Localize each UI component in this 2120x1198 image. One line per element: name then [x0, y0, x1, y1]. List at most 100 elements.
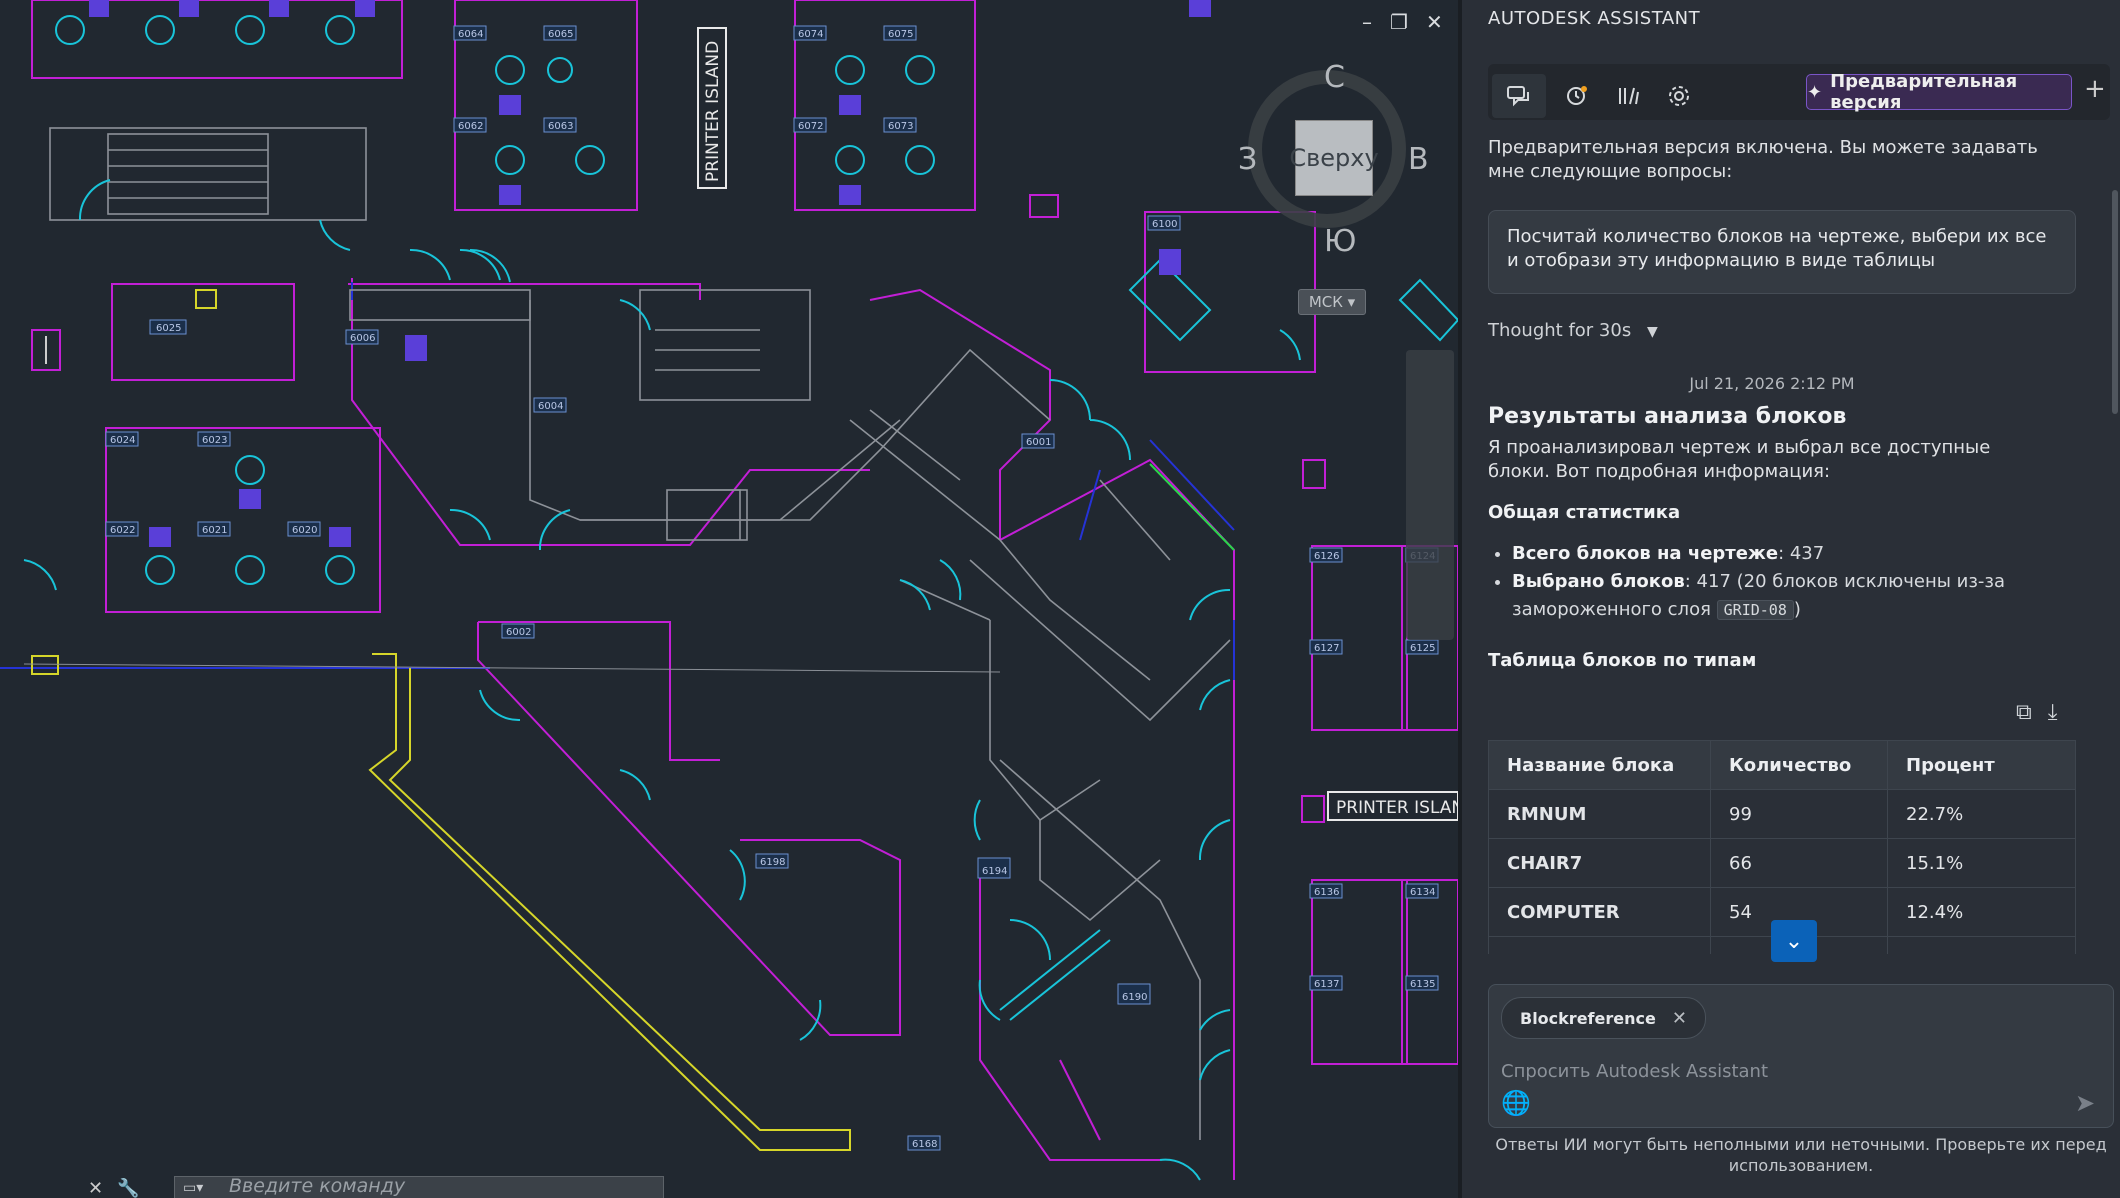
chat-input-box[interactable]: Blockreference ✕ Спросить Autodesk Assis… — [1488, 984, 2114, 1128]
room-tag: 6004 — [538, 401, 563, 412]
table-cell: 11.7% — [1887, 936, 2076, 954]
panel-title: AUTODESK ASSISTANT — [1488, 8, 1701, 29]
table-row: RMNUM 99 22.7% — [1488, 789, 2076, 839]
table-cell: 22.7% — [1887, 789, 2076, 839]
column-header: Процент — [1887, 740, 2076, 790]
room-tag: 6168 — [912, 1139, 937, 1150]
room-tag: 6074 — [798, 29, 823, 40]
context-chip[interactable]: Blockreference ✕ — [1501, 997, 1706, 1039]
wcs-menu[interactable]: МСК ▾ — [1298, 289, 1366, 315]
column-header: Количество — [1710, 740, 1888, 790]
chevron-down-icon: ▼ — [1646, 324, 1658, 340]
viewcube-top-face[interactable]: Сверху — [1289, 120, 1379, 196]
response-summary: Я проанализировал чертеж и выбрал все до… — [1488, 437, 1991, 482]
table-cell: CHAIR7 — [1488, 838, 1711, 888]
assistant-panel: AUTODESK ASSISTANT ✦ Предварительная вер… — [1458, 0, 2120, 1198]
table-cell: RMNUM — [1488, 789, 1711, 839]
viewcube-west[interactable]: З — [1238, 142, 1257, 177]
viewcube[interactable]: Сверху С Ю З В — [1238, 60, 1438, 260]
viewcube-east[interactable]: В — [1408, 142, 1429, 177]
scroll-down-button[interactable]: ⌄ — [1771, 920, 1817, 962]
thought-label: Thought for 30s — [1488, 320, 1632, 341]
table-cell: 15.1% — [1887, 838, 2076, 888]
preview-version-button[interactable]: ✦ Предварительная версия — [1806, 71, 2072, 113]
room-tag: 6022 — [110, 525, 135, 536]
preview-version-label: Предварительная версия — [1830, 71, 2018, 113]
room-tag: 6137 — [1314, 979, 1339, 990]
command-input[interactable]: Введите команду — [229, 1175, 405, 1197]
room-tag-labels: 6064 6065 6074 6075 6062 6063 6072 6073 6025… — [110, 29, 1435, 1150]
stat-label: Выбрано блоков — [1512, 571, 1685, 592]
printer-island-label-2: PRINTER ISLAN — [1336, 798, 1458, 818]
intro-message: Предварительная версия включена. Вы може… — [1488, 137, 2038, 182]
room-tag: 6072 — [798, 121, 823, 132]
chat-icon[interactable] — [1492, 74, 1546, 118]
copy-icon[interactable]: ⧉ — [2016, 700, 2032, 725]
navigation-bar[interactable] — [1406, 350, 1454, 640]
room-tag: 6065 — [548, 29, 573, 40]
column-header: Название блока — [1488, 740, 1711, 790]
wrench-icon[interactable]: 🔧 — [117, 1178, 139, 1198]
room-tag: 6198 — [760, 857, 785, 868]
globe-icon[interactable]: 🌐 — [1501, 1089, 1531, 1117]
room-tag: 6127 — [1314, 643, 1339, 654]
room-tag: 6190 — [1122, 992, 1147, 1003]
list-item: Всего блоков на чертеже: 437 — [1512, 540, 2092, 568]
room-tag: 6024 — [110, 435, 135, 446]
close-icon[interactable]: ✕ — [88, 1178, 103, 1198]
table-cell: 66 — [1710, 838, 1888, 888]
sparkle-icon: ✦ — [1807, 81, 1823, 103]
room-tag: 6126 — [1314, 551, 1339, 562]
command-prompt-icon[interactable]: ▭▾ — [183, 1180, 203, 1196]
room-tag: 6021 — [202, 525, 227, 536]
room-tag: 6136 — [1314, 887, 1339, 898]
restore-icon[interactable]: ❐ — [1390, 10, 1408, 34]
room-tag: 6125 — [1410, 643, 1435, 654]
chip-label: Blockreference — [1520, 1008, 1656, 1028]
history-icon[interactable] — [1550, 74, 1604, 118]
printer-island-label-1: PRINTER ISLAND — [703, 41, 723, 182]
room-tag: 6064 — [458, 29, 483, 40]
table-cell: 12.4% — [1887, 887, 2076, 937]
command-line-tools: ✕ 🔧 — [88, 1178, 140, 1198]
stat-value: : 437 — [1778, 543, 1825, 564]
chat-input[interactable]: Спросить Autodesk Assistant — [1501, 1061, 1768, 1082]
room-tag: 6020 — [292, 525, 317, 536]
send-icon[interactable]: ➤ — [2075, 1089, 2095, 1117]
message-timestamp: Jul 21, 2026 2:12 PM — [1689, 374, 1855, 393]
thought-toggle[interactable]: Thought for 30s ▼ — [1488, 320, 1658, 341]
settings-icon[interactable] — [1652, 74, 1706, 118]
list-item: Выбрано блоков: 417 (20 блоков исключены… — [1512, 568, 2092, 624]
close-icon[interactable]: ✕ — [1672, 1008, 1687, 1029]
layer-code: GRID-08 — [1716, 600, 1794, 620]
drawing-canvas[interactable]: 6064 6065 6074 6075 6062 6063 6072 6073 6025… — [0, 0, 1458, 1198]
room-tag: 6100 — [1152, 219, 1177, 230]
stats-list: Всего блоков на чертеже: 437 Выбрано бло… — [1488, 540, 2092, 624]
chevron-down-icon: ⌄ — [1784, 928, 1804, 954]
stats-heading: Общая статистика — [1488, 502, 1681, 523]
viewcube-south[interactable]: Ю — [1324, 224, 1356, 259]
add-icon[interactable]: + — [2084, 74, 2106, 104]
panel-scrollbar[interactable] — [2112, 190, 2118, 414]
drawing-window-controls: – ❐ ✕ — [1362, 10, 1443, 34]
library-icon[interactable] — [1602, 74, 1656, 118]
response-heading: Результаты анализа блоков — [1488, 404, 1847, 429]
close-icon[interactable]: ✕ — [1426, 10, 1443, 34]
table-cell: 99 — [1710, 789, 1888, 839]
ai-disclaimer: Ответы ИИ могут быть неполными или неточ… — [1495, 1135, 2107, 1175]
viewcube-north[interactable]: С — [1324, 60, 1345, 95]
room-tag: 6001 — [1026, 437, 1051, 448]
room-tag: 6194 — [982, 866, 1007, 877]
room-tag: 6134 — [1410, 887, 1435, 898]
room-tag: 6073 — [888, 121, 913, 132]
command-line[interactable]: ▭▾ Введите команду — [174, 1175, 664, 1198]
room-tag: 6002 — [506, 627, 531, 638]
table-cell: COMPUTER — [1488, 887, 1711, 937]
room-tag: 6063 — [548, 121, 573, 132]
user-prompt: Посчитай количество блоков на чертеже, в… — [1488, 210, 2076, 294]
room-tag: 6025 — [156, 323, 181, 334]
room-tag: 6006 — [350, 333, 375, 344]
download-icon[interactable]: ⤓ — [2048, 700, 2058, 725]
minimize-icon[interactable]: – — [1362, 10, 1372, 34]
room-tag: 6075 — [888, 29, 913, 40]
